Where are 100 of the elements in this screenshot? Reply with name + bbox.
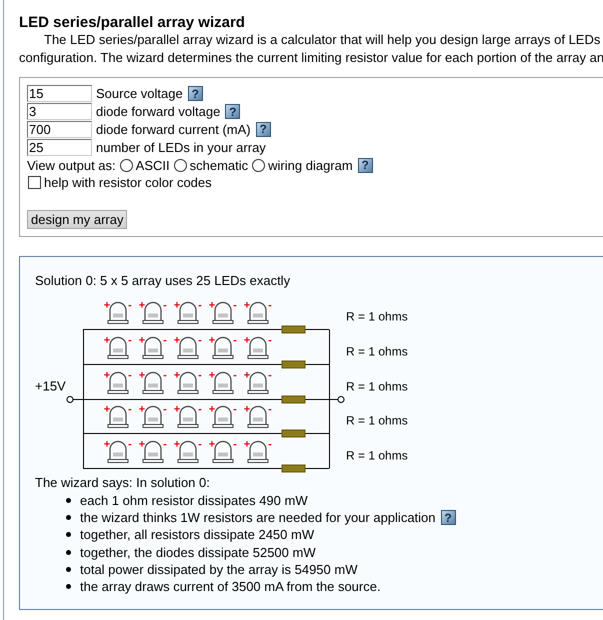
plus-sign: +	[208, 334, 216, 347]
supply-voltage-label: +15V	[35, 378, 66, 394]
minus-sign: -	[163, 404, 167, 416]
minus-sign: -	[233, 438, 237, 451]
plus-sign: +	[208, 300, 216, 312]
plus-sign: +	[104, 404, 110, 416]
minus-sign: -	[163, 438, 167, 451]
help-button[interactable]: ?	[256, 122, 271, 137]
design-button[interactable]: design my array	[27, 210, 128, 229]
option-label[interactable]: ASCII	[136, 158, 170, 172]
terminal-icon	[328, 396, 344, 404]
minus-sign: -	[128, 438, 132, 451]
plus-sign: +	[138, 404, 146, 416]
plus-sign: +	[208, 370, 216, 382]
help-button[interactable]: ?	[225, 104, 240, 120]
field-label: Source voltage	[96, 86, 183, 102]
minus-sign: -	[268, 438, 272, 451]
plus-sign: +	[138, 334, 146, 347]
intro-text: The LED series/parallel array wizard is a calculator that will help you design large arrays of LEDs	[43, 31, 602, 49]
minus-sign: -	[163, 300, 167, 312]
bullet-icon	[66, 532, 71, 538]
output-label: View output as:	[27, 158, 116, 172]
resistor-icon	[282, 396, 306, 404]
bullet-icon	[66, 515, 71, 520]
intro-text: configuration. The wizard determines the current limiting resistor value for each portion of the array an	[19, 49, 603, 67]
minus-sign: -	[128, 334, 132, 347]
minus-sign: -	[268, 334, 272, 347]
minus-sign: -	[233, 370, 237, 382]
resistor-icon	[282, 430, 306, 438]
resistor-value-label: R = 1 ohms	[346, 414, 408, 428]
note-text: together, all resistors dissipate 2450 mW	[80, 527, 314, 542]
minus-sign: -	[163, 370, 167, 382]
plus-sign: +	[104, 334, 110, 347]
option-label[interactable]: wiring diagram	[268, 158, 353, 172]
minus-sign: -	[198, 438, 202, 451]
minus-sign: -	[198, 300, 202, 312]
number-input[interactable]: 3	[27, 103, 92, 120]
resistor-icon	[282, 464, 306, 473]
help-button[interactable]: ?	[440, 510, 456, 526]
checkbox-label[interactable]: help with resistor color codes	[44, 174, 212, 190]
option-label[interactable]: schematic	[190, 158, 248, 172]
field-label: number of LEDs in your array	[96, 140, 266, 155]
minus-sign: -	[233, 404, 237, 416]
number-input[interactable]: 25	[27, 138, 92, 156]
plus-sign: +	[174, 438, 180, 451]
bullet-icon	[66, 584, 71, 590]
field-label: diode forward current (mA)	[96, 122, 251, 137]
page-title: LED series/parallel array wizard	[19, 14, 246, 31]
help-button[interactable]: ?	[188, 86, 203, 102]
minus-sign: -	[233, 300, 237, 312]
plus-sign: +	[208, 438, 216, 451]
plus-sign: +	[104, 300, 110, 312]
plus-sign: +	[208, 404, 216, 416]
radio-button[interactable]	[120, 158, 133, 172]
plus-sign: +	[138, 438, 146, 451]
plus-sign: +	[174, 404, 180, 416]
plus-sign: +	[138, 300, 146, 312]
resistor-value-label: R = 1 ohms	[346, 310, 408, 324]
plus-sign: +	[244, 300, 250, 312]
number-input[interactable]: 700	[27, 120, 92, 138]
plus-sign: +	[244, 438, 250, 451]
bullet-icon	[66, 498, 71, 503]
note-text: the array draws current of 3500 mA from the source.	[80, 579, 381, 594]
plus-sign: +	[174, 334, 180, 347]
minus-sign: -	[198, 334, 202, 347]
bullet-icon	[66, 550, 71, 555]
plus-sign: +	[244, 404, 250, 416]
resistor-value-label: R = 1 ohms	[346, 380, 408, 394]
radio-button[interactable]	[252, 158, 266, 172]
bullet-icon	[66, 566, 71, 572]
minus-sign: -	[268, 300, 272, 312]
plus-sign: +	[138, 370, 146, 382]
radio-button[interactable]	[174, 158, 187, 172]
minus-sign: -	[163, 334, 167, 347]
minus-sign: -	[268, 404, 272, 416]
note-text: each 1 ohm resistor dissipates 490 mW	[80, 492, 308, 508]
checkbox[interactable]	[28, 176, 41, 188]
resistor-icon	[282, 326, 306, 334]
summary-text: The wizard says: In solution 0:	[35, 474, 211, 492]
plus-sign: +	[244, 334, 250, 347]
minus-sign: -	[198, 370, 202, 382]
minus-sign: -	[128, 404, 132, 416]
help-button[interactable]: ?	[358, 158, 373, 172]
note-text: total power dissipated by the array is 54950 mW	[80, 562, 358, 577]
minus-sign: -	[128, 300, 132, 312]
plus-sign: +	[104, 370, 110, 382]
resistor-icon	[282, 360, 306, 369]
minus-sign: -	[268, 370, 272, 382]
minus-sign: -	[198, 404, 202, 416]
plus-sign: +	[244, 370, 250, 382]
plus-sign: +	[174, 300, 180, 312]
note-text: together, the diodes dissipate 52500 mW	[80, 544, 316, 560]
plus-sign: +	[104, 438, 110, 451]
resistor-value-label: R = 1 ohms	[346, 344, 408, 359]
number-input[interactable]: 15	[27, 85, 92, 102]
field-label: diode forward voltage	[96, 104, 220, 120]
minus-sign: -	[233, 334, 237, 347]
plus-sign: +	[174, 370, 180, 382]
note-text: the wizard thinks 1W resistors are needed for your application	[80, 510, 436, 526]
solution-heading: Solution 0: 5 x 5 array uses 25 LEDs exactly	[35, 272, 292, 290]
